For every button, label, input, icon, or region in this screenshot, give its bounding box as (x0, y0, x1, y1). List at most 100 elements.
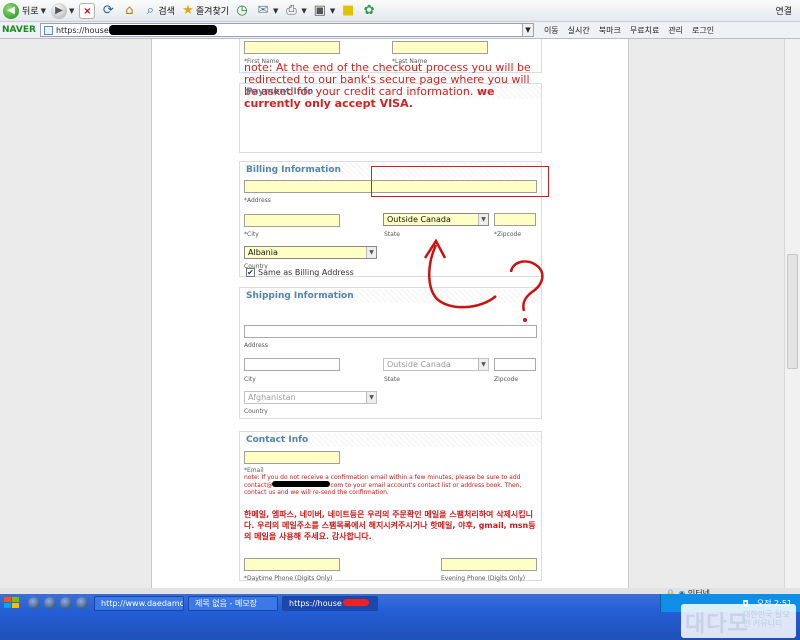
chevron-down-icon: ▼ (366, 247, 376, 258)
annotation-highlight-box (371, 166, 549, 197)
shipping-address-label: Address (244, 342, 268, 349)
email-note: note: If you do not receive a confirmati… (244, 474, 522, 496)
mail-icon: ✉ (257, 2, 269, 18)
notes-button[interactable]: ■ (340, 2, 356, 20)
shipping-city-label: City (244, 376, 256, 383)
billing-zip-input[interactable] (494, 213, 536, 226)
daytime-phone-input[interactable] (244, 558, 340, 571)
home-button[interactable]: ⌂ (121, 2, 137, 20)
address-bar-row: NAVER https://house ▼ 이동 실시간 북마크 무료치료 관리… (0, 22, 800, 39)
ie-icon[interactable] (28, 597, 40, 609)
forward-button[interactable]: ▶ ▼ (50, 2, 75, 20)
billing-zip-label: *Zipcode (494, 231, 522, 238)
messenger-button[interactable]: ✿ (361, 2, 377, 20)
evening-phone-label: Evening Phone (Digits Only) (441, 575, 526, 582)
free-link[interactable]: 무료치료 (630, 25, 659, 36)
chevron-down-icon: ▼ (478, 214, 488, 225)
chevron-down-icon: ▼ (478, 359, 488, 370)
shipping-city-input[interactable] (244, 358, 340, 371)
watermark-logo: 대다모 대한민국 탈모인 커뮤니티 (681, 604, 796, 638)
redaction-bar (342, 598, 369, 606)
shipping-title: Shipping Information (244, 289, 541, 303)
messenger-icon: ✿ (363, 2, 375, 18)
back-button[interactable]: ◀ 뒤로 ▼ (3, 2, 46, 20)
star-icon: ★ (182, 2, 194, 18)
home-icon: ⌂ (125, 2, 134, 18)
mail-button[interactable]: ✉ ▼ (255, 2, 279, 20)
same-as-billing-label: Same as Billing Address (258, 268, 354, 277)
history-icon: ◷ (236, 2, 248, 18)
toolbar-links: 이동 실시간 북마크 무료치료 관리 로그인 (544, 25, 714, 36)
email-input[interactable] (244, 451, 340, 464)
vertical-scrollbar[interactable] (784, 39, 800, 588)
chevron-down-icon: ▼ (273, 6, 279, 15)
chevron-down-icon[interactable]: ▼ (521, 24, 533, 36)
shipping-state-select[interactable]: Outside Canada ▼ (383, 358, 489, 371)
favorites-button[interactable]: ★ 즐겨찾기 (180, 2, 229, 20)
task-notepad[interactable]: 제목 없음 - 메모장 (188, 595, 278, 611)
print-icon: ⎙ (286, 2, 297, 18)
billing-state-select[interactable]: Outside Canada ▼ (383, 213, 489, 226)
daytime-phone-label: *Daytime Phone (Digits Only) (244, 575, 333, 582)
media-icon[interactable] (76, 597, 88, 609)
redaction-bar (272, 481, 331, 487)
last-name-input[interactable] (392, 41, 488, 54)
search-button[interactable]: ⌕ 검색 (142, 2, 175, 20)
shipping-country-label: Country (244, 408, 268, 415)
stop-button[interactable]: × (79, 2, 96, 20)
forward-arrow-icon: ▶ (50, 2, 67, 19)
page-icon (43, 25, 53, 35)
login-link[interactable]: 로그인 (692, 25, 714, 36)
chevron-down-icon: ▼ (366, 392, 376, 403)
print-button[interactable]: ⎙ ▼ (283, 2, 307, 20)
payment-note: note: At the end of the checkout process… (244, 61, 531, 110)
billing-state-label: State (384, 231, 400, 238)
search-icon: ⌕ (146, 2, 154, 18)
chevron-down-icon: ▼ (329, 6, 336, 15)
bookmark-link[interactable]: 북마크 (599, 25, 621, 36)
contact-title: Contact Info (244, 433, 541, 447)
billing-city-input[interactable] (244, 214, 340, 227)
scrollbar-thumb[interactable] (787, 254, 798, 369)
refresh-button[interactable]: ⟳ (100, 2, 116, 20)
address-url: https://house (55, 25, 109, 35)
start-button[interactable] (2, 595, 22, 611)
note-icon: ■ (342, 2, 355, 18)
realtime-link[interactable]: 실시간 (568, 25, 590, 36)
address-input[interactable]: https://house ▼ (39, 23, 534, 37)
shipping-country-select[interactable]: Afghanistan ▼ (244, 391, 377, 404)
taskbar: http://www.daedamo.... 제목 없음 - 메모장 https… (0, 594, 800, 640)
shipping-zip-input[interactable] (494, 358, 536, 371)
shipping-address-input[interactable] (244, 325, 537, 338)
search-icon[interactable] (60, 597, 72, 609)
task-house[interactable]: https://house (282, 595, 378, 611)
naver-logo: NAVER (2, 25, 36, 35)
history-button[interactable]: ◷ (234, 2, 250, 20)
go-link[interactable]: 이동 (544, 25, 559, 36)
manage-link[interactable]: 관리 (668, 25, 683, 36)
edit-button[interactable]: ▣ ▼ (312, 2, 336, 20)
desktop-icon[interactable] (44, 597, 56, 609)
connect-label[interactable]: 연결 (775, 4, 792, 17)
back-arrow-icon: ◀ (3, 2, 19, 19)
chevron-down-icon: ▼ (301, 6, 307, 15)
billing-country-select[interactable]: Albania ▼ (244, 246, 377, 259)
stop-icon: × (79, 2, 96, 19)
taskbar-row: http://www.daedamo.... 제목 없음 - 메모장 https… (0, 594, 800, 612)
billing-city-label: *City (244, 231, 259, 238)
evening-phone-input[interactable] (441, 558, 537, 571)
shipping-state-label: State (384, 376, 400, 383)
refresh-icon: ⟳ (102, 2, 114, 18)
first-name-input[interactable] (244, 41, 340, 54)
shipping-zip-label: Zipcode (494, 376, 519, 383)
edit-icon: ▣ (313, 2, 326, 18)
email-label: *Email (244, 467, 264, 474)
billing-address-label: *Address (244, 197, 271, 204)
task-daedamo[interactable]: http://www.daedamo.... (94, 595, 184, 611)
same-as-billing-checkbox[interactable]: ✔ (246, 268, 255, 277)
chevron-down-icon: ▼ (40, 6, 46, 15)
quick-launch (28, 597, 88, 609)
redaction-bar (108, 25, 217, 35)
ie-toolbar: ◀ 뒤로 ▼ ▶ ▼ × ⟳ ⌂ ⌕ 검색 ★ 즐겨찾기 ◷ ✉ ▼ ⎙ ▼ ▣ ▼ … (0, 0, 800, 22)
chevron-down-icon: ▼ (68, 6, 75, 15)
